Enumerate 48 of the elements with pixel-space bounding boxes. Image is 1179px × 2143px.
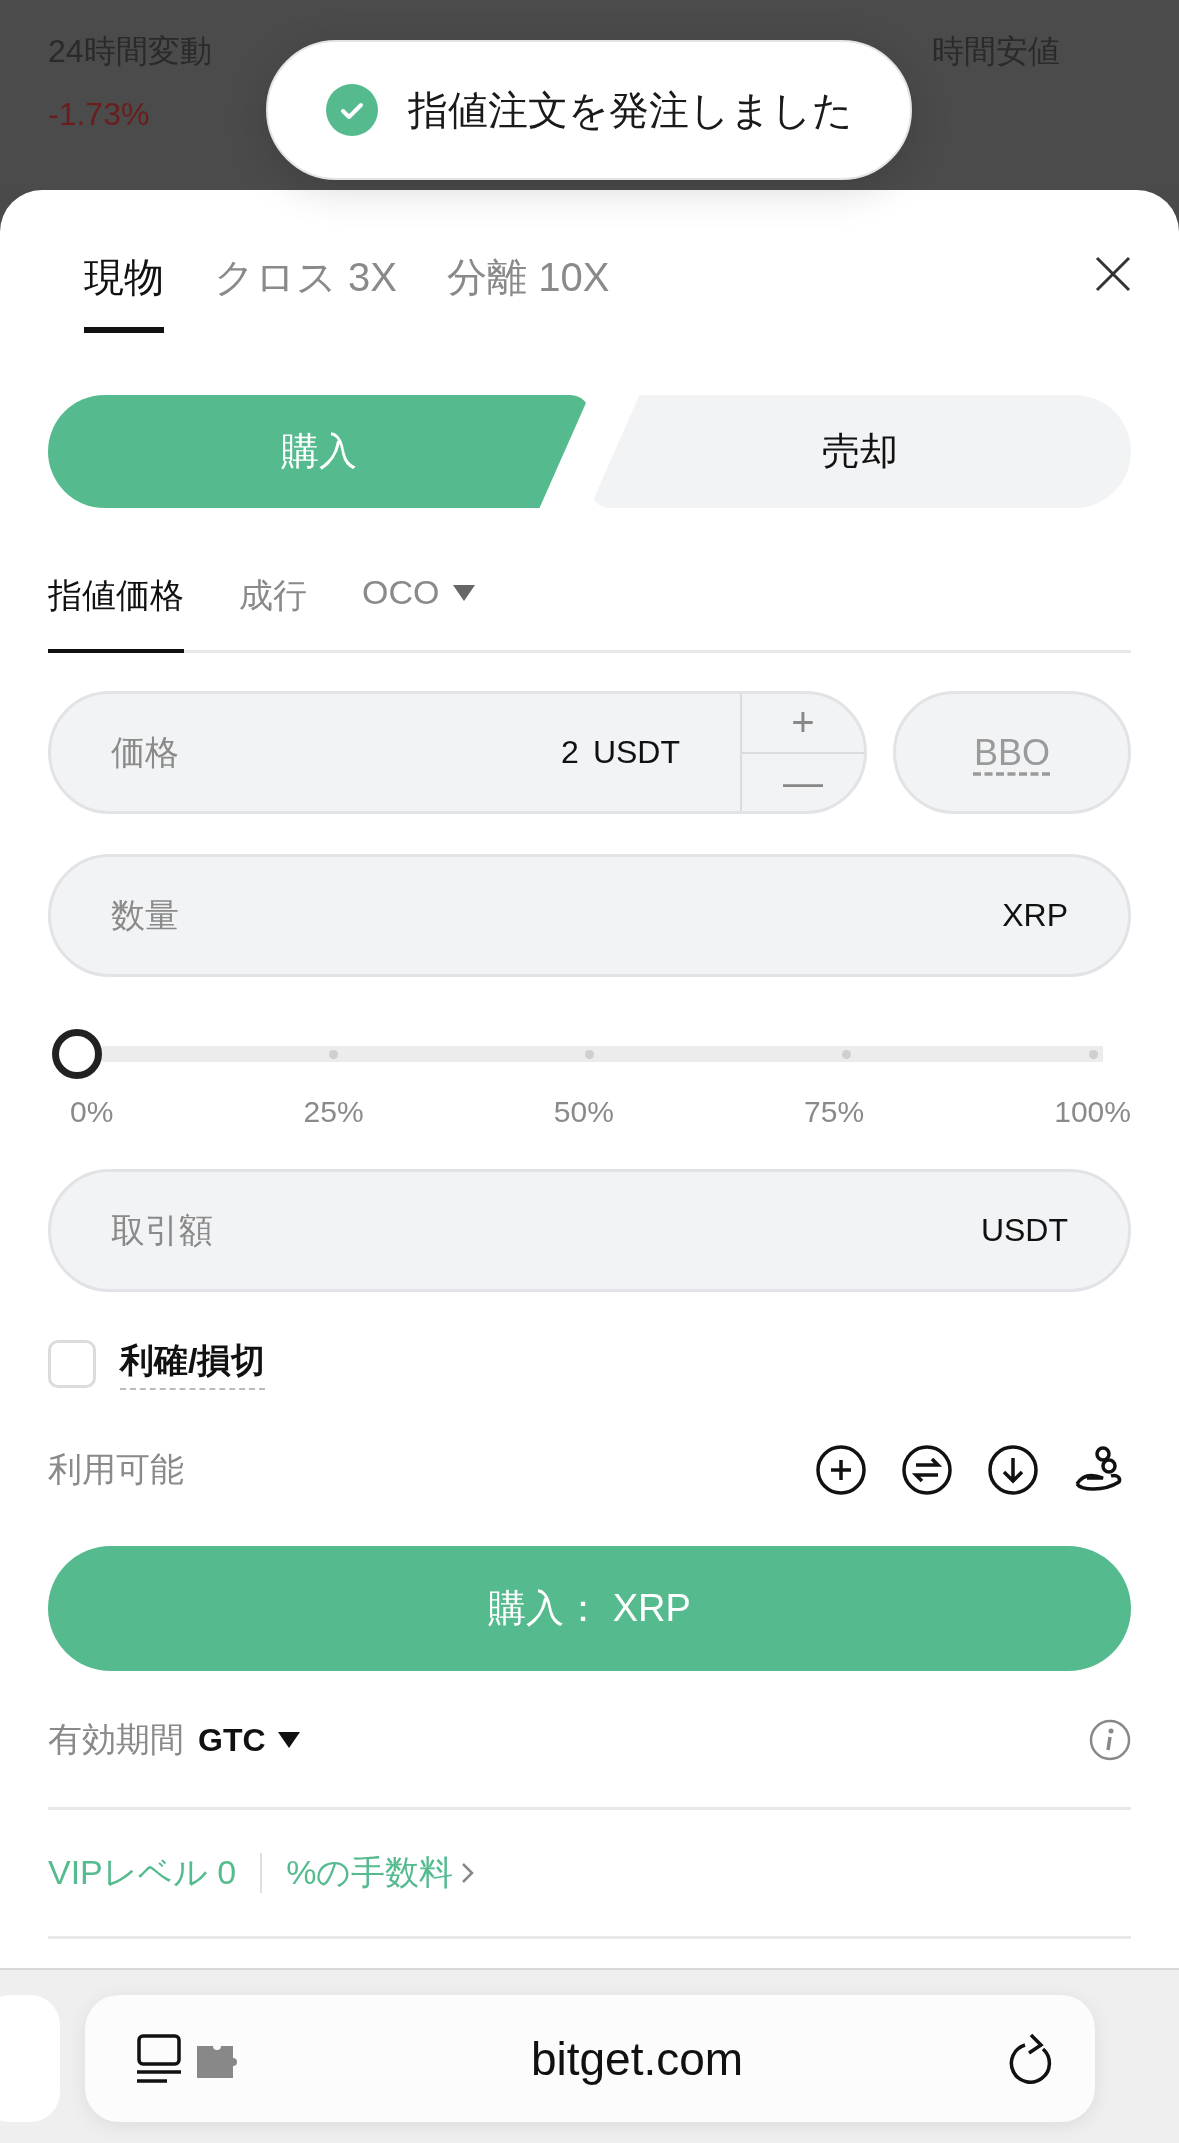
account-tab[interactable]: 現物 <box>84 250 164 333</box>
slider-step-dot <box>1089 1050 1098 1059</box>
account-tab[interactable]: クロス 3X <box>214 250 398 333</box>
price-placeholder: 価格 <box>111 731 180 773</box>
transfer-icon[interactable] <box>901 1444 953 1496</box>
close-icon[interactable] <box>1095 256 1131 292</box>
slider-step-dot <box>585 1050 594 1059</box>
slider-mark-label: 0% <box>70 1095 114 1129</box>
order-type-tab[interactable]: 指値価格 <box>48 573 184 653</box>
quantity-placeholder: 数量 <box>111 894 180 936</box>
download-icon[interactable] <box>987 1444 1039 1496</box>
plus-circle-icon[interactable] <box>815 1444 867 1496</box>
bbo-button[interactable]: BBO <box>893 691 1131 814</box>
quantity-unit: XRP <box>1002 897 1068 934</box>
available-label: 利用可能 <box>48 1449 185 1490</box>
quantity-field[interactable]: 数量 XRP <box>48 854 1131 977</box>
price-unit: USDT <box>592 734 680 771</box>
vip-level-link[interactable]: VIPレベル 0 <box>48 1850 237 1896</box>
buy-button[interactable]: 購入： XRP <box>48 1546 1131 1671</box>
caret-icon <box>277 1732 300 1748</box>
order-type-tab[interactable]: 成行 <box>239 573 307 653</box>
slider-mark-label: 50% <box>553 1095 614 1129</box>
increment-button[interactable]: + <box>742 694 864 754</box>
amount-unit: USDT <box>980 1212 1068 1249</box>
decrement-button[interactable]: — <box>742 753 864 811</box>
caret-icon <box>453 585 476 601</box>
slider-mark-label: 25% <box>303 1095 364 1129</box>
account-tab[interactable]: 分離 10X <box>447 250 610 333</box>
address-bar[interactable]: bitget.com <box>85 1995 1095 2122</box>
fees-link[interactable]: %の手数料 <box>286 1850 454 1896</box>
amount-field[interactable]: 取引額 USDT <box>48 1169 1131 1292</box>
info-icon[interactable] <box>1089 1719 1131 1761</box>
url-text: bitget.com <box>529 2031 745 2086</box>
amount-placeholder: 取引額 <box>111 1209 214 1251</box>
slider-thumb[interactable] <box>52 1029 102 1079</box>
tp-sl-label: 利確/損切 <box>120 1338 266 1390</box>
order-type-tab[interactable]: OCO <box>362 573 476 653</box>
toast-message: 指値注文を発注しました <box>407 86 853 134</box>
slider-step-dot <box>328 1050 338 1059</box>
price-field[interactable]: 価格 2 USDT + — <box>48 691 867 814</box>
checkbox[interactable] <box>48 1340 96 1388</box>
validity-label: 有効期間 <box>48 1719 184 1760</box>
check-circle-icon <box>325 84 378 136</box>
price-value: 2 <box>561 734 579 771</box>
slider-step-dot <box>841 1050 851 1059</box>
validity-dropdown[interactable]: GTC <box>198 1721 300 1759</box>
slider-mark-label: 100% <box>1054 1095 1131 1129</box>
slider-mark-label: 75% <box>804 1095 865 1129</box>
